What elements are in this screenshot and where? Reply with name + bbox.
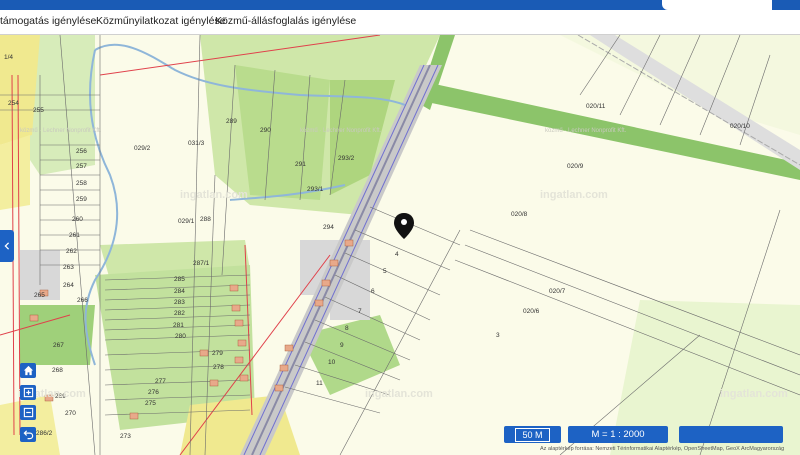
svg-text:029/2: 029/2 bbox=[134, 145, 151, 152]
svg-text:255: 255 bbox=[33, 107, 44, 114]
svg-text:029/1: 029/1 bbox=[178, 218, 195, 225]
svg-text:268: 268 bbox=[52, 367, 63, 374]
svg-text:020/8: 020/8 bbox=[511, 211, 528, 218]
svg-text:277: 277 bbox=[155, 378, 166, 385]
svg-text:293/2: 293/2 bbox=[338, 155, 355, 162]
zoom-in-button[interactable] bbox=[20, 385, 36, 400]
svg-text:270: 270 bbox=[65, 410, 76, 417]
svg-text:ingatlan.com: ingatlan.com bbox=[365, 388, 433, 400]
svg-text:ingatlan.com: ingatlan.com bbox=[540, 189, 608, 201]
svg-text:020/6: 020/6 bbox=[523, 308, 540, 315]
svg-text:265: 265 bbox=[34, 292, 45, 299]
svg-text:közmű · Lechner Nonprofit Kft.: közmű · Lechner Nonprofit Kft. bbox=[545, 128, 627, 134]
cadastral-map[interactable]: 1/4 254 255 256 257 258 259 260 261 262 … bbox=[0, 35, 800, 455]
map-ratio-label: M = 1 : 2000 bbox=[591, 429, 645, 440]
svg-text:11: 11 bbox=[316, 380, 323, 387]
home-button[interactable] bbox=[20, 363, 36, 378]
svg-text:264: 264 bbox=[63, 282, 74, 289]
tab-tamogatas-igenylese[interactable]: támogatás igénylése bbox=[0, 15, 96, 27]
svg-text:276: 276 bbox=[148, 389, 159, 396]
svg-text:263: 263 bbox=[63, 264, 74, 271]
svg-text:288: 288 bbox=[200, 216, 211, 223]
tab-kozmunyilatkozat-igenylese[interactable]: Közműnyilatkozat igénylése bbox=[96, 15, 226, 27]
svg-text:258: 258 bbox=[76, 180, 87, 187]
svg-text:3: 3 bbox=[496, 332, 500, 339]
svg-text:290: 290 bbox=[260, 127, 271, 134]
layer-select-button[interactable] bbox=[679, 426, 783, 443]
svg-text:közmű · Lechner Nonprofit Kft.: közmű · Lechner Nonprofit Kft. bbox=[20, 128, 102, 134]
header-logo-area bbox=[662, 0, 772, 10]
scale-label: 50 M bbox=[515, 427, 550, 442]
svg-text:261: 261 bbox=[69, 232, 80, 239]
svg-text:020/10: 020/10 bbox=[730, 123, 750, 130]
svg-text:289: 289 bbox=[226, 118, 237, 125]
svg-text:285: 285 bbox=[174, 276, 185, 283]
svg-text:ingatlan.com: ingatlan.com bbox=[720, 388, 788, 400]
svg-text:1/4: 1/4 bbox=[4, 54, 13, 61]
svg-text:262: 262 bbox=[66, 248, 77, 255]
zoom-out-button[interactable] bbox=[20, 405, 36, 420]
top-header-bar bbox=[0, 0, 800, 10]
tab-kozmu-allasfoglalas-igenylese[interactable]: Közmű-állásfoglalás igénylése bbox=[215, 15, 356, 27]
tab-bar: támogatás igénylése Közműnyilatkozat igé… bbox=[0, 10, 800, 35]
side-panel-toggle-button[interactable] bbox=[0, 230, 14, 262]
svg-text:ingatlan.com: ingatlan.com bbox=[180, 189, 248, 201]
back-button[interactable] bbox=[20, 427, 36, 442]
svg-text:294: 294 bbox=[323, 224, 334, 231]
svg-text:260: 260 bbox=[72, 216, 83, 223]
svg-text:282: 282 bbox=[174, 310, 185, 317]
svg-text:9: 9 bbox=[340, 342, 344, 349]
zoom-out-icon bbox=[23, 407, 33, 418]
svg-text:7: 7 bbox=[358, 308, 362, 315]
svg-text:275: 275 bbox=[145, 400, 156, 407]
svg-text:020/11: 020/11 bbox=[586, 103, 606, 110]
svg-text:286/2: 286/2 bbox=[36, 430, 53, 437]
svg-text:283: 283 bbox=[174, 299, 185, 306]
svg-text:279: 279 bbox=[212, 350, 223, 357]
chevron-left-icon bbox=[4, 242, 10, 250]
svg-text:020/9: 020/9 bbox=[567, 163, 584, 170]
svg-text:10: 10 bbox=[328, 359, 336, 366]
svg-text:280: 280 bbox=[175, 333, 186, 340]
home-icon bbox=[23, 365, 33, 376]
undo-arrow-icon bbox=[23, 430, 33, 440]
svg-text:281: 281 bbox=[173, 322, 184, 329]
svg-text:278: 278 bbox=[213, 364, 224, 371]
svg-text:5: 5 bbox=[383, 268, 387, 275]
svg-text:254: 254 bbox=[8, 100, 19, 107]
zoom-in-icon bbox=[23, 387, 33, 398]
svg-text:267: 267 bbox=[53, 342, 64, 349]
svg-text:020/7: 020/7 bbox=[549, 288, 566, 295]
map-attribution: Az alaptérkép forrása: Nemzeti Térinform… bbox=[540, 446, 785, 452]
svg-text:8: 8 bbox=[345, 325, 349, 332]
svg-text:4: 4 bbox=[395, 251, 399, 258]
svg-text:266: 266 bbox=[77, 297, 88, 304]
svg-text:287/1: 287/1 bbox=[193, 260, 210, 267]
svg-text:291: 291 bbox=[295, 161, 306, 168]
svg-text:031/3: 031/3 bbox=[188, 140, 205, 147]
svg-text:284: 284 bbox=[174, 288, 185, 295]
svg-text:256: 256 bbox=[76, 148, 87, 155]
svg-text:293/1: 293/1 bbox=[307, 186, 324, 193]
map-ratio-button[interactable]: M = 1 : 2000 bbox=[568, 426, 668, 443]
svg-text:közmű · Lechner Nonprofit Kft.: közmű · Lechner Nonprofit Kft. bbox=[300, 128, 382, 134]
svg-text:273: 273 bbox=[120, 433, 131, 440]
svg-text:259: 259 bbox=[76, 196, 87, 203]
scale-bar: 50 M bbox=[504, 426, 561, 443]
svg-text:257: 257 bbox=[76, 163, 87, 170]
svg-text:6: 6 bbox=[371, 288, 375, 295]
